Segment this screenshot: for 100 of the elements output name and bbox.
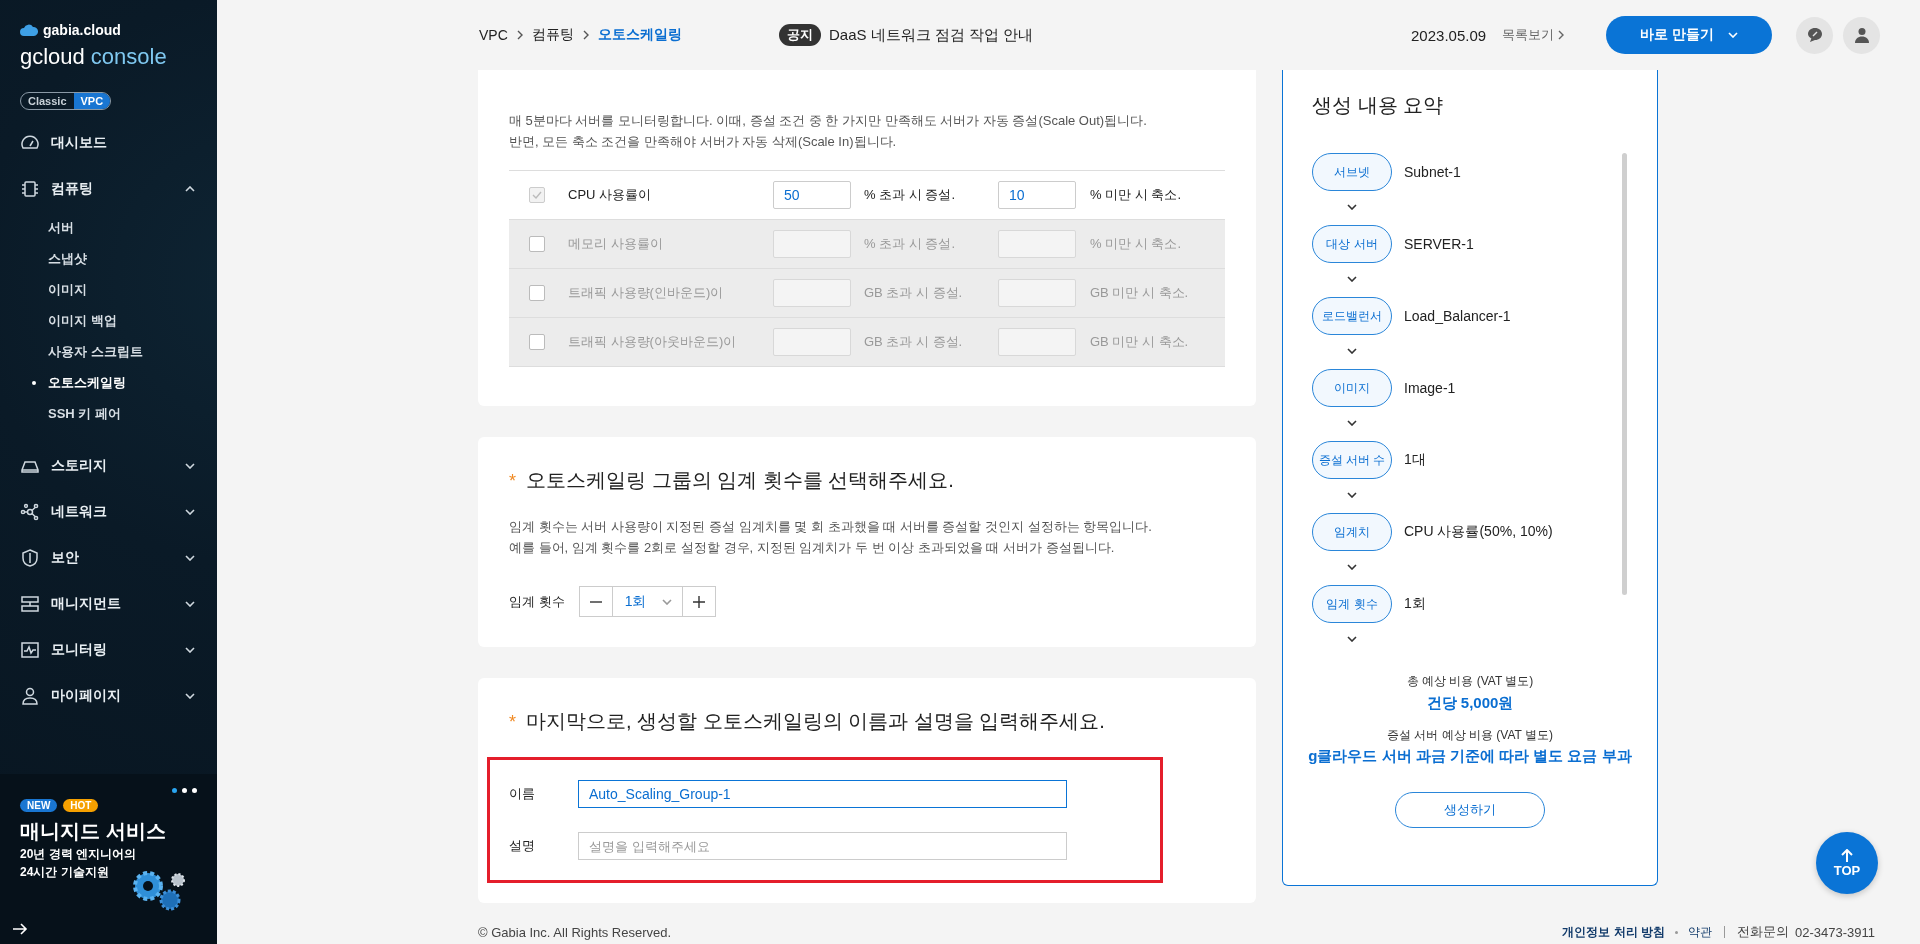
checkbox[interactable] [529,334,545,350]
speech-bubble-icon [1805,26,1824,44]
phone-label: 전화문의 [1737,923,1789,941]
carousel-dot[interactable] [172,788,177,793]
mode-toggle[interactable]: VPC [73,93,111,109]
breadcrumb-separator-icon [582,30,589,40]
step-pill: 대상 서버 [1312,225,1392,263]
chevron-down-icon [1347,564,1357,570]
unit-label: GB 미만 시 축소. [1090,284,1190,302]
checkbox[interactable] [529,236,545,252]
decrement-button[interactable] [578,586,613,617]
nav-item[interactable]: 마이페이지 [0,673,217,719]
increment-button[interactable] [681,586,716,617]
count-dropdown[interactable]: 1회 [612,586,682,617]
checkbox[interactable] [529,285,545,301]
nav-item[interactable]: 매니지먼트 [0,581,217,627]
threshold-input[interactable] [773,279,851,307]
tag: NEW [20,799,58,812]
phone-number: 02-3473-3911 [1795,924,1875,940]
panel-title: 생성 내용 요약 [1311,93,1445,118]
step-value: 1대 [1404,451,1426,469]
breadcrumb-link[interactable]: 컴퓨팅 [531,26,574,44]
minus-icon [589,600,602,603]
server-icon [20,594,40,614]
step-value: CPU 사용률(50%, 10%) [1404,523,1553,541]
network-icon [20,502,40,522]
shield-icon [20,548,40,568]
chevron-right-icon [1558,30,1565,40]
nav-item[interactable]: 보안 [0,535,217,581]
nav-subitem[interactable]: 오토스케일링 [0,367,217,398]
arrow-right-icon[interactable] [12,922,28,936]
step-value: SERVER-1 [1404,236,1474,252]
text-input[interactable]: Auto_Scaling_Group-1 [578,780,1067,808]
footer-link[interactable]: 약관 [1688,923,1712,941]
step-value: Image-1 [1404,380,1456,396]
mode-toggle[interactable]: Classic [21,93,74,109]
threshold-input[interactable] [998,328,1076,356]
list-link[interactable]: 목록보기 [1502,26,1565,44]
text-input[interactable]: 설명을 입력해주세요 [578,832,1067,860]
feedback-button[interactable] [1796,16,1833,54]
carousel-dot[interactable] [192,788,197,793]
chip-icon [20,179,40,199]
required-mark: * [509,471,516,492]
chevron-down-icon [1347,492,1357,498]
nav-item[interactable]: 컴퓨팅 [0,166,217,212]
step-pill: 임계 횟수 [1312,585,1392,623]
notice-badge: 공지 [779,24,821,46]
caret-icon [1728,32,1738,38]
threshold-input[interactable] [998,230,1076,258]
nav-subitem[interactable]: 이미지 [0,274,217,305]
chevron-down-icon [1347,204,1357,210]
promo-banner[interactable]: NEW HOT 매니지드 서비스 20년 경력 엔지니어의 24시간 기술지원 [0,774,217,944]
breadcrumb-link[interactable]: VPC [479,27,508,43]
nav-subitem[interactable]: 이미지 백업 [0,305,217,336]
chevron-down-icon [185,509,195,515]
threshold-input[interactable] [998,279,1076,307]
arrow-up-icon [1841,848,1853,862]
nav-subitem[interactable]: SSH 키 페어 [0,398,217,429]
footer-link[interactable]: 개인정보 처리 방침 [1562,923,1665,941]
field-label: 이름 [509,785,536,803]
step-pill: 서브넷 [1312,153,1392,191]
required-mark: * [509,712,516,733]
threshold-input[interactable] [773,328,851,356]
scrollbar[interactable] [1622,153,1627,595]
nav-subitem[interactable]: 사용자 스크립트 [0,336,217,367]
unit-label: % 미만 시 축소. [1090,186,1182,204]
breadcrumb-separator-icon [516,30,523,40]
chevron-down-icon [185,601,195,607]
nav-item[interactable]: 대시보드 [0,120,217,166]
nav-subitem[interactable]: 서버 [0,212,217,243]
pulse-icon [20,640,40,660]
copyright-text: © Gabia Inc. All Rights Reserved. [478,924,673,940]
threshold-input[interactable] [773,230,851,258]
plus-icon [692,595,705,608]
create-now-button[interactable]: 바로 만들기 [1606,16,1772,54]
field-label: 임계 횟수 [509,592,565,611]
checkbox[interactable] [529,187,545,203]
user-icon [20,686,40,706]
nav-item[interactable]: 네트워크 [0,489,217,535]
create-button[interactable]: 생성하기 [1395,792,1545,828]
unit-label: % 미만 시 축소. [1090,235,1182,253]
account-button[interactable] [1843,16,1880,54]
cost-value: 건당 5,000원 [1426,694,1514,713]
brand-name: gabia.cloud [43,22,121,38]
carousel-dot[interactable] [182,788,187,793]
notice-date: 2023.05.09 [1411,26,1487,44]
condition-label: 트래픽 사용량(아웃바운드)이 [568,333,738,351]
step-pill: 이미지 [1312,369,1392,407]
notice-link[interactable]: DaaS 네트워크 점검 작업 안내 [829,25,1034,45]
nav-subitem[interactable]: 스냅샷 [0,243,217,274]
description-text: 예를 들어, 임계 횟수를 2회로 설정할 경우, 지정된 임계치가 두 번 이상 초과되었을 때 서버가 증설됩니다. [509,539,1116,557]
chevron-down-icon [661,598,672,605]
nav-item[interactable]: 모니터링 [0,627,217,673]
tag: HOT [63,799,99,812]
nav-item[interactable]: 스토리지 [0,443,217,489]
threshold-input[interactable]: 10 [998,181,1076,209]
condition-label: 메모리 사용률이 [568,235,664,253]
unit-label: GB 초과 시 증설. [864,333,964,351]
breadcrumb-link[interactable]: 오토스케일링 [597,26,682,44]
threshold-input[interactable]: 50 [773,181,851,209]
